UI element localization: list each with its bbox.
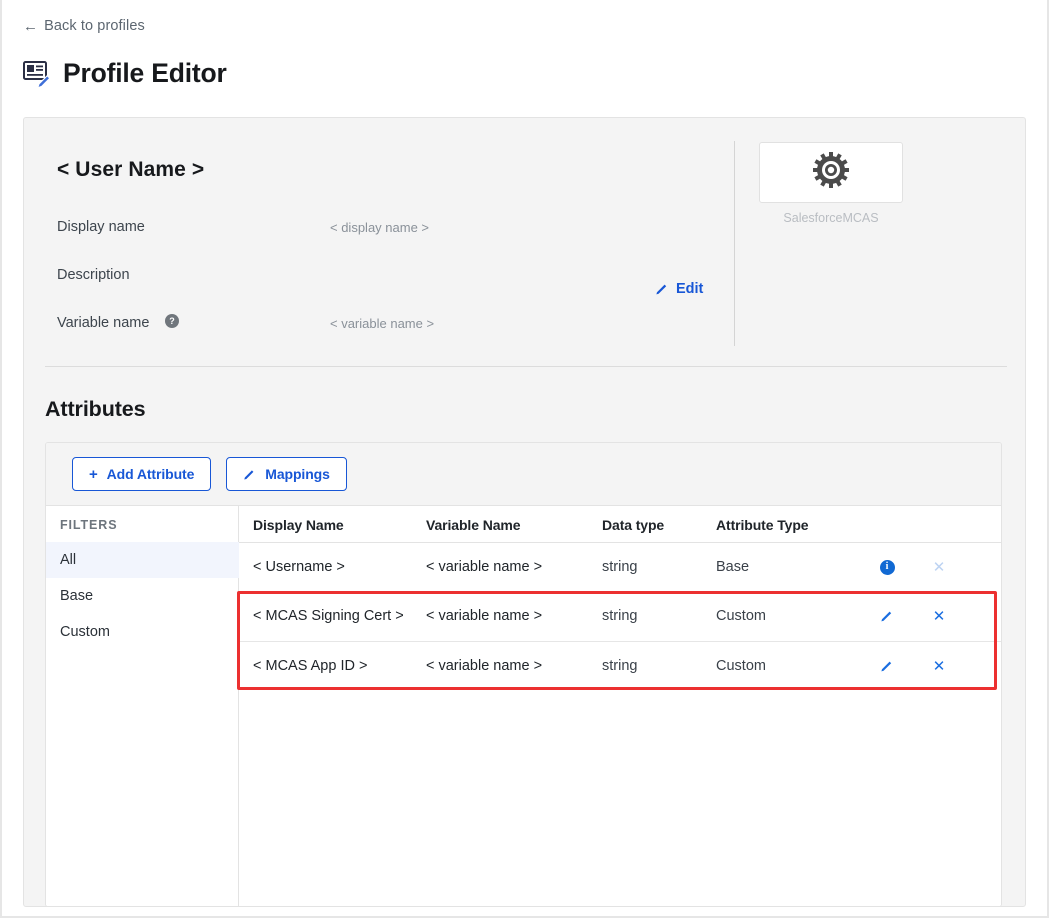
close-icon[interactable]: ✕ [927,555,951,579]
table-row[interactable]: < Username > < variable name > string Ba… [239,543,1002,592]
attributes-heading: Attributes [45,397,146,422]
table-row[interactable]: < MCAS Signing Cert > < variable name > … [239,592,1002,641]
column-header-display-name: Display Name [253,517,344,533]
back-to-profiles-link[interactable]: ← Back to profiles [23,18,145,34]
variable-name-value: < variable name > [330,316,434,331]
cell-variable-name: < variable name > [426,559,542,575]
help-icon[interactable]: ? [165,314,179,328]
app-caption: SalesforceMCAS [759,211,903,225]
mappings-label: Mappings [265,466,330,482]
filters-title: FILTERS [60,518,117,532]
page-root: ← Back to profiles Profile Editor < User… [0,0,1049,918]
cell-variable-name: < variable name > [426,658,542,674]
profile-name: < User Name > [57,158,204,182]
filter-item-base[interactable]: Base [46,578,239,614]
close-icon-glyph: ✕ [933,560,946,575]
close-icon-glyph: ✕ [933,609,946,624]
cell-display-name: < MCAS App ID > [253,658,367,674]
description-label: Description [57,267,130,283]
cell-data-type: string [602,559,637,575]
cell-attribute-type: Custom [716,608,766,624]
vertical-divider [734,141,735,346]
column-header-data-type: Data type [602,517,664,533]
pencil-icon [243,468,256,481]
display-name-label: Display name [57,219,145,235]
cell-display-name: < Username > [253,559,345,575]
cell-data-type: string [602,608,637,624]
info-icon[interactable]: i [875,555,899,579]
cell-attribute-type: Custom [716,658,766,674]
pencil-icon[interactable] [875,654,899,678]
info-icon-glyph: i [880,560,895,575]
profile-edit-icon [22,58,52,88]
cell-data-type: string [602,658,637,674]
attributes-toolbar: + Add Attribute Mappings [46,443,1001,506]
gear-icon [811,150,851,195]
pencil-icon[interactable] [875,604,899,628]
cell-attribute-type: Base [716,559,749,575]
close-icon[interactable]: ✕ [927,604,951,628]
mappings-button[interactable]: Mappings [226,457,347,491]
filters-column: FILTERS All Base Custom [46,506,239,907]
add-attribute-label: Add Attribute [107,466,195,482]
cell-variable-name: < variable name > [426,608,542,624]
edit-profile-button[interactable]: Edit [655,281,703,297]
filter-item-all[interactable]: All [46,542,239,578]
column-header-variable-name: Variable Name [426,517,520,533]
attributes-panel: + Add Attribute Mappings FILTERS All Bas… [45,442,1002,907]
table-row[interactable]: < MCAS App ID > < variable name > string… [239,641,1002,690]
back-arrow-icon: ← [23,19,38,34]
display-name-value: < display name > [330,220,429,235]
close-icon-glyph: ✕ [933,659,946,674]
profile-card: < User Name > Display name < display nam… [23,117,1026,907]
variable-name-label: Variable name [57,315,149,331]
section-divider [45,366,1007,367]
filter-item-custom[interactable]: Custom [46,614,239,650]
add-attribute-button[interactable]: + Add Attribute [72,457,211,491]
table-header-row: Display Name Variable Name Data type Att… [239,506,1002,543]
page-title: Profile Editor [63,60,227,87]
close-icon[interactable]: ✕ [927,654,951,678]
attributes-table: Display Name Variable Name Data type Att… [239,506,1002,907]
cell-display-name: < MCAS Signing Cert > [253,608,404,624]
column-header-attribute-type: Attribute Type [716,517,808,533]
pencil-icon [655,282,669,296]
app-logo-tile [759,142,903,203]
plus-icon: + [89,467,98,482]
page-title-row: Profile Editor [22,58,227,88]
back-to-profiles-label: Back to profiles [44,18,145,34]
edit-profile-label: Edit [676,281,703,297]
